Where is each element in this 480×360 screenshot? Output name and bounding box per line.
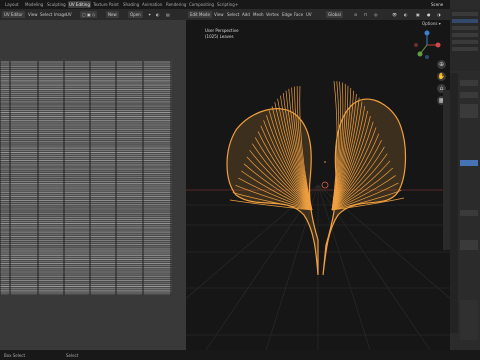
xray-icon[interactable]: ▣ (416, 11, 420, 18)
tab-animation[interactable]: Animation (141, 1, 163, 8)
tab-scripting[interactable]: Scripting (216, 1, 236, 8)
vp-menu-face[interactable]: Face (294, 11, 303, 18)
vp-menu-uv[interactable]: UV (306, 11, 312, 18)
viewport-scene[interactable] (186, 20, 450, 350)
navigation-gizmo[interactable] (412, 30, 442, 60)
mode-label: Edit Mode (190, 12, 210, 17)
vp-menu-vertex[interactable]: Vertex (266, 11, 279, 18)
new-label: New (108, 12, 117, 17)
proportional-edit-icon[interactable]: ◎ (374, 11, 378, 18)
pivot-icon[interactable]: ⊙ (354, 11, 357, 18)
outliner[interactable] (450, 9, 480, 71)
properties-panel (450, 0, 480, 350)
overlay-icon[interactable]: ◐ (156, 11, 160, 18)
outliner-row[interactable] (452, 40, 478, 44)
menu-image[interactable]: Image (54, 11, 67, 18)
uv-editor-header: UV Editor View Select Image UV ▢ ▣ ◇ New… (0, 9, 186, 20)
menu-uv[interactable]: UV (66, 11, 72, 18)
properties-active-button[interactable] (460, 160, 478, 166)
pan-icon[interactable]: ✋ (437, 72, 446, 81)
menu-select[interactable]: Select (40, 11, 52, 18)
options-dropdown[interactable]: Options ▾ (422, 21, 441, 26)
visibility-icon[interactable]: 👁 (392, 11, 397, 18)
outliner-row[interactable] (452, 26, 478, 30)
vp-menu-edge[interactable]: Edge (282, 11, 292, 18)
viewport-header: Edit Mode View Select Add Mesh Vertex Ed… (186, 9, 450, 20)
uv-editor-type-dropdown[interactable]: UV Editor (2, 11, 25, 18)
vp-menu-view[interactable]: View (214, 11, 224, 18)
zoom-icon[interactable]: ⊕ (437, 60, 446, 69)
properties-field[interactable] (460, 210, 478, 216)
outliner-row[interactable] (452, 33, 478, 37)
uv-maps-list[interactable] (460, 240, 478, 250)
tab-rendering[interactable]: Rendering (165, 1, 187, 8)
tab-texture-paint[interactable]: Texture Paint (92, 1, 120, 8)
outliner-row-selected[interactable] (452, 19, 478, 23)
open-label: Open (130, 12, 141, 17)
properties-tab-column[interactable] (450, 73, 458, 333)
snap-icon[interactable]: ⊓ (364, 11, 367, 18)
overlays-icon[interactable]: ◐ (404, 11, 408, 18)
uv-editor-mode-label: UV Editor (4, 12, 23, 17)
tab-shading[interactable]: Shading (122, 1, 140, 8)
properties-field[interactable] (460, 80, 478, 86)
transform-orientation-dropdown[interactable]: Global (326, 11, 343, 18)
material-list[interactable] (460, 104, 478, 118)
display-channels-icon[interactable]: ▤ (166, 11, 170, 18)
uv-select-mode-buttons[interactable]: ▢ ▣ ◇ (80, 11, 98, 18)
uv-editor-canvas[interactable] (0, 20, 186, 350)
collapsed-panels[interactable] (460, 300, 478, 340)
uv-layout[interactable] (0, 61, 172, 295)
view-name: User Perspective (205, 28, 239, 33)
tab-layout[interactable]: Layout (4, 1, 20, 8)
status-bar: Box Select Select (0, 350, 480, 360)
mode-dropdown[interactable]: Edit Mode (188, 11, 212, 18)
tab-compositing[interactable]: Compositing (188, 1, 215, 8)
new-image-button[interactable]: New (106, 11, 119, 18)
vp-menu-add[interactable]: Add (242, 11, 250, 18)
scene-selector[interactable]: Scene (430, 1, 444, 8)
tab-uv-editing[interactable]: UV Editing (68, 1, 91, 8)
shading-material-icon[interactable]: ◑ (437, 11, 441, 18)
workspace-bar: Layout Modeling Sculpting UV Editing Tex… (0, 0, 480, 9)
outliner-row[interactable] (452, 12, 478, 16)
transform-label: Global (328, 12, 341, 17)
3d-viewport[interactable]: User Perspective (1025) Leaves ⊕ ✋ ⌂ ▦ O… (186, 20, 450, 350)
sidebar-tabs[interactable] (443, 90, 450, 250)
properties-field[interactable] (460, 92, 478, 98)
options-label: Options (422, 21, 438, 26)
status-mid: Select (66, 353, 79, 358)
vp-menu-mesh[interactable]: Mesh (253, 11, 264, 18)
add-workspace-icon[interactable]: + (234, 1, 239, 8)
outliner-row[interactable] (452, 47, 478, 51)
pin-icon[interactable]: ✦ (148, 11, 151, 18)
tab-sculpting[interactable]: Sculpting (46, 1, 67, 8)
open-image-button[interactable]: Open (128, 11, 143, 18)
shading-solid-icon[interactable]: ● (427, 11, 431, 18)
tab-modeling[interactable]: Modeling (24, 1, 44, 8)
menu-view[interactable]: View (28, 11, 38, 18)
vp-menu-select[interactable]: Select (227, 11, 239, 18)
status-left: Box Select (4, 353, 26, 358)
object-info: (1025) Leaves (205, 34, 234, 39)
origin-point (324, 161, 326, 163)
